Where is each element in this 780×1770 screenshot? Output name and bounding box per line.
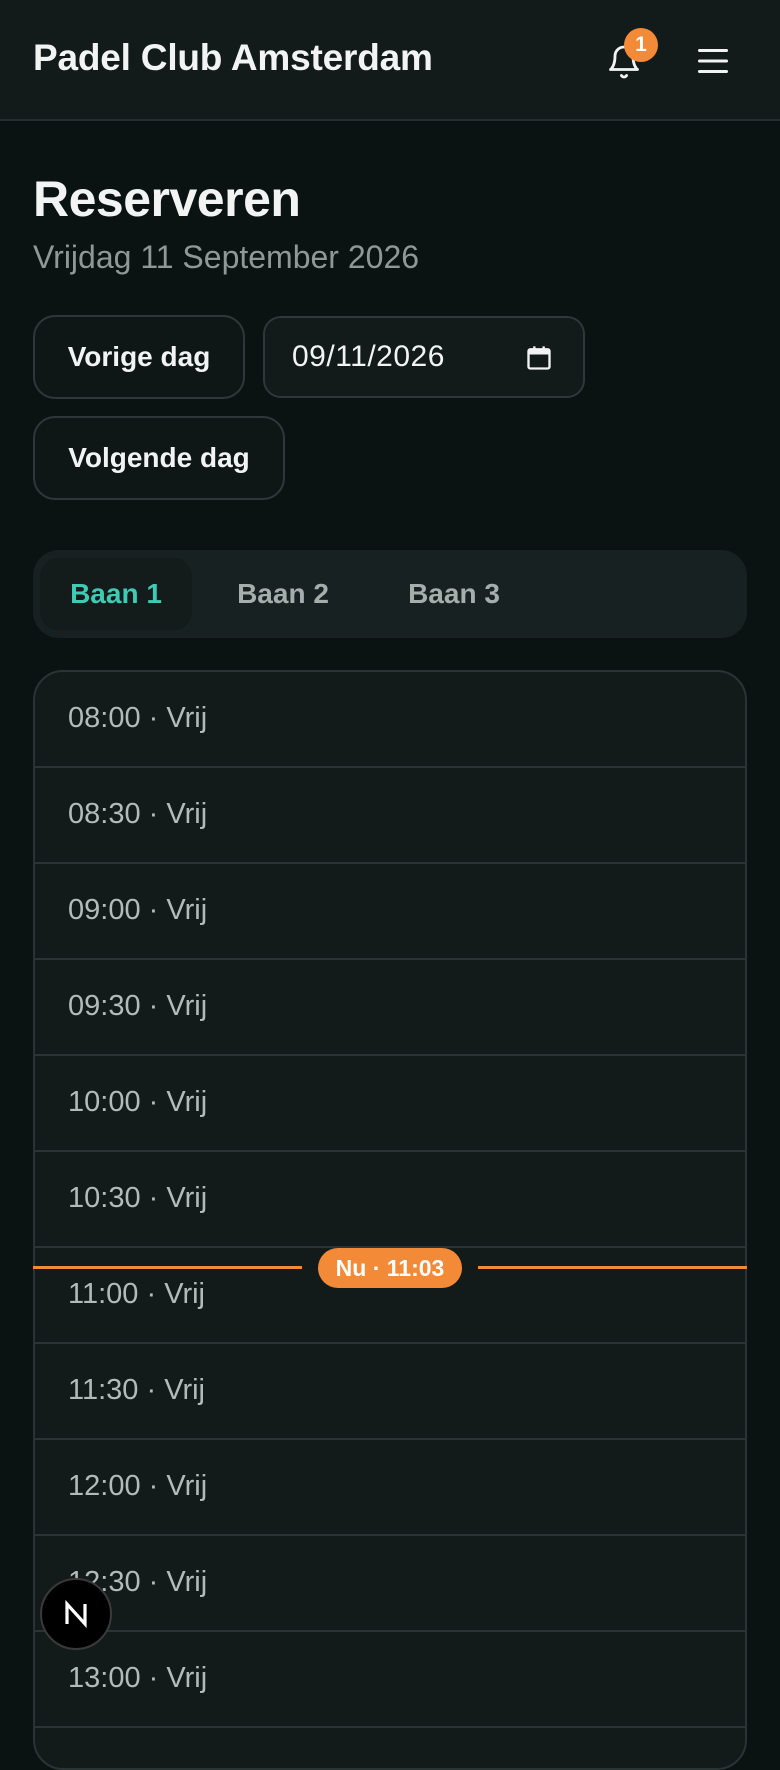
- time-slot-label: 11:00 · Vrij: [68, 1278, 205, 1310]
- time-slot-label: 12:00 · Vrij: [68, 1470, 208, 1502]
- time-slot-label: 13:00 · Vrij: [68, 1662, 208, 1694]
- time-slot[interactable]: 10:00 · Vrij: [35, 1056, 745, 1152]
- time-slot-label: 10:30 · Vrij: [68, 1182, 208, 1214]
- nextjs-logo-icon: [65, 1599, 87, 1629]
- time-slot-label: 11:30 · Vrij: [68, 1374, 205, 1406]
- hamburger-menu-icon: [698, 49, 728, 73]
- tab-baan-1[interactable]: Baan 1: [40, 558, 192, 630]
- time-slot-label: 10:00 · Vrij: [68, 1086, 208, 1118]
- tab-baan-2[interactable]: Baan 2: [207, 558, 359, 630]
- selected-date-label: Vrijdag 11 September 2026: [33, 239, 420, 275]
- time-slot[interactable]: 13:00 · Vrij: [35, 1632, 745, 1728]
- now-indicator-line-left: [33, 1266, 302, 1269]
- time-slot[interactable]: 08:30 · Vrij: [35, 768, 745, 864]
- top-app-bar: Padel Club Amsterdam 1: [0, 0, 780, 121]
- time-slot[interactable]: 09:30 · Vrij: [35, 960, 745, 1056]
- now-indicator-line-right: [478, 1266, 747, 1269]
- time-slot[interactable]: 09:00 · Vrij: [35, 864, 745, 960]
- court-tabs: Baan 1 Baan 2 Baan 3: [33, 550, 747, 638]
- date-input-value: 09/11/2026: [292, 340, 445, 373]
- time-slot[interactable]: 11:30 · Vrij: [35, 1344, 745, 1440]
- time-slot-label: 08:30 · Vrij: [68, 798, 208, 830]
- time-slot-list: 08:00 · Vrij 08:30 · Vrij 09:00 · Vrij 0…: [33, 670, 747, 1770]
- time-slot[interactable]: 12:00 · Vrij: [35, 1440, 745, 1536]
- nextjs-dev-tools-button[interactable]: [40, 1578, 112, 1650]
- time-slot-label: 09:00 · Vrij: [68, 894, 208, 926]
- time-slot[interactable]: 08:00 · Vrij: [35, 672, 745, 768]
- now-indicator-badge: Nu · 11:03: [318, 1248, 462, 1288]
- time-slot[interactable]: 10:30 · Vrij: [35, 1152, 745, 1248]
- notification-badge: 1: [624, 28, 658, 62]
- previous-day-button[interactable]: Vorige dag: [33, 315, 245, 399]
- time-slot-label: 08:00 · Vrij: [68, 702, 208, 734]
- next-day-button[interactable]: Volgende dag: [33, 416, 285, 500]
- calendar-icon[interactable]: [525, 344, 553, 377]
- app-title: Padel Club Amsterdam: [33, 37, 433, 78]
- page-title: Reserveren: [33, 171, 301, 227]
- date-input[interactable]: 09/11/2026: [263, 316, 585, 398]
- menu-button[interactable]: [690, 38, 736, 84]
- time-slot-label: 09:30 · Vrij: [68, 990, 208, 1022]
- tab-baan-3[interactable]: Baan 3: [371, 558, 537, 630]
- time-slot[interactable]: 12:30 · Vrij: [35, 1536, 745, 1632]
